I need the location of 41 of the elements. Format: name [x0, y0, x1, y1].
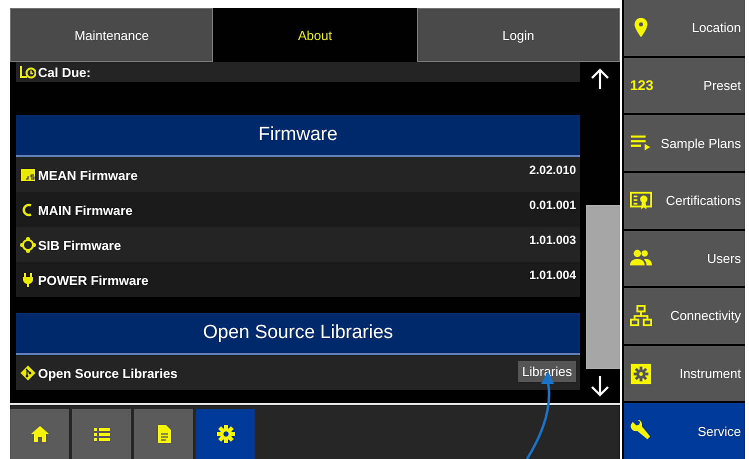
- row-value: 1.01.003: [529, 233, 576, 247]
- sidebar-item[interactable]: Sample Plans: [624, 115, 745, 171]
- network-icon: [630, 304, 652, 327]
- section-header: Firmware: [16, 115, 580, 157]
- sidebar-item[interactable]: Connectivity: [624, 288, 745, 344]
- home-button[interactable]: [10, 409, 69, 459]
- circuit-icon: [20, 237, 36, 253]
- sidebar-item[interactable]: 123 Preset: [624, 58, 745, 114]
- libraries-button[interactable]: Libraries: [518, 361, 576, 382]
- gear-icon: [630, 362, 652, 385]
- sidebar-item[interactable]: Certifications: [624, 172, 745, 228]
- row-value: 1.01.004: [529, 268, 576, 282]
- row-value: 2.02.010: [529, 163, 576, 177]
- js-file-icon: [20, 167, 36, 183]
- document-button[interactable]: [134, 409, 193, 459]
- row-label: MAIN Firmware: [38, 202, 133, 218]
- home-icon: [30, 424, 50, 444]
- sidebar-item[interactable]: Service: [624, 403, 745, 459]
- sidebar-item[interactable]: Instrument: [624, 346, 745, 402]
- row-label: Cal Due:: [38, 64, 91, 80]
- sidebar-item[interactable]: Users: [624, 230, 745, 286]
- certificate-icon: [630, 190, 652, 212]
- scroll-down-arrow-icon[interactable]: [590, 375, 610, 397]
- row-label: Open Source Libraries: [38, 366, 178, 380]
- row-label: MEAN Firmware: [38, 168, 138, 182]
- scroll-up-arrow-icon[interactable]: [590, 68, 610, 90]
- calendar-clock-icon: [20, 64, 36, 80]
- tab[interactable]: Login: [416, 8, 620, 62]
- scrollbar-thumb[interactable]: [586, 205, 620, 369]
- git-icon: [20, 365, 36, 381]
- number-icon: 123: [630, 77, 654, 94]
- settings-icon: [216, 424, 236, 444]
- row-value: 0.01.001: [529, 198, 576, 212]
- sidebar-item[interactable]: Location: [624, 0, 745, 56]
- list-button[interactable]: [72, 409, 131, 459]
- tab[interactable]: Maintenance: [10, 8, 214, 62]
- row-label: SIB Firmware: [38, 238, 122, 252]
- section-header: Open Source Libraries: [16, 313, 580, 355]
- settings-button[interactable]: [196, 409, 255, 459]
- row-label: POWER Firmware: [38, 272, 149, 288]
- plug-icon: [20, 272, 36, 288]
